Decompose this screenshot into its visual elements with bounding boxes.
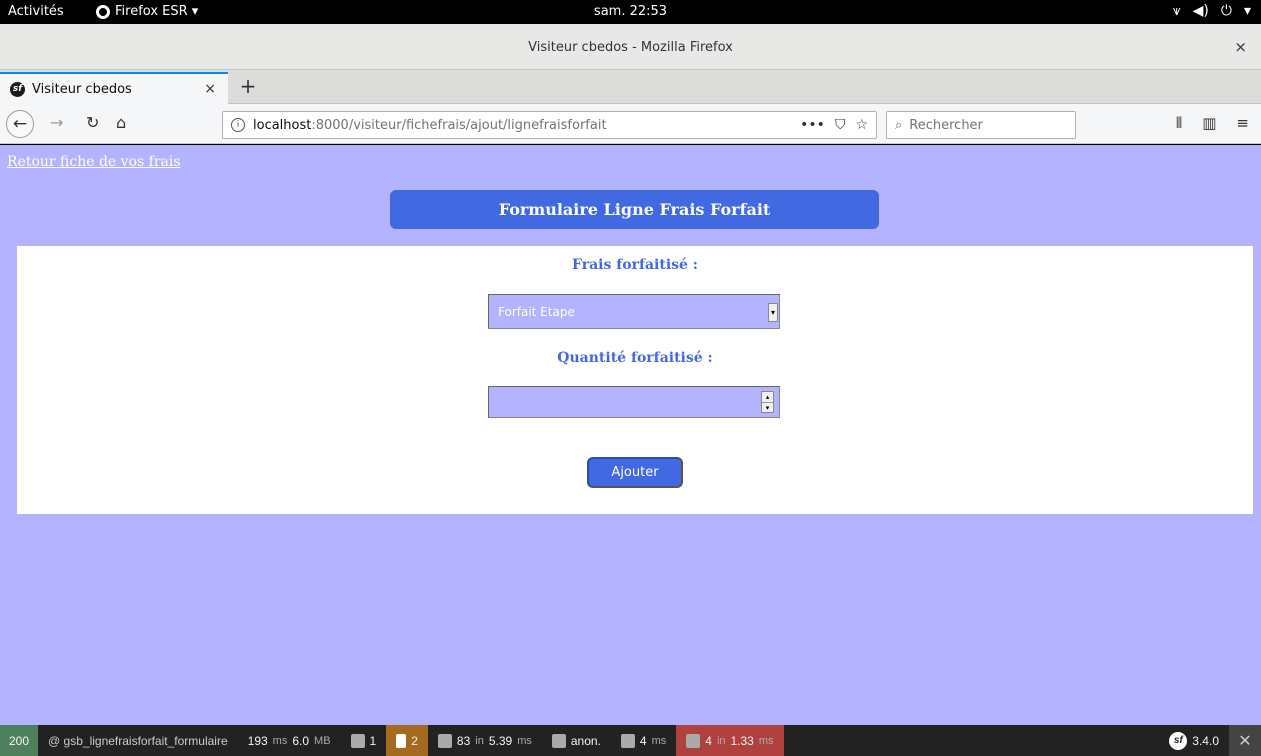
arrow-left-icon: ← xyxy=(12,114,28,134)
database-panel[interactable]: 4 in 1.33 ms xyxy=(676,725,784,756)
stepper-down-icon[interactable]: ▾ xyxy=(762,403,773,413)
forward-button[interactable]: → xyxy=(50,113,63,132)
database-icon xyxy=(686,733,701,748)
route-name[interactable]: @ gsb_lignefraisforfait_formulaire xyxy=(38,725,238,756)
url-path: :8000/visiteur/fichefrais/ajout/lignefra… xyxy=(311,117,607,133)
db-count: 4 xyxy=(705,733,712,748)
cache-panel[interactable]: 83 in 5.39 ms xyxy=(428,725,542,756)
time-unit: ms xyxy=(272,734,288,747)
network-icon: ⩛ xyxy=(1172,3,1181,19)
library-icon[interactable]: ⫴ xyxy=(1176,114,1182,132)
home-icon: ⌂ xyxy=(116,113,127,132)
db-in: in xyxy=(716,734,726,747)
arrow-right-icon: → xyxy=(50,113,64,132)
cache-count: 83 xyxy=(456,733,471,748)
request-time[interactable]: 193 ms 6.0 MB xyxy=(238,725,341,756)
back-button[interactable]: ← xyxy=(6,110,34,138)
logs-count: 2 xyxy=(411,733,418,748)
user-name: anon. xyxy=(570,733,601,748)
volume-icon: ◀) xyxy=(1192,3,1209,19)
stepper-up-icon[interactable]: ▴ xyxy=(762,392,773,403)
app-menu-button[interactable]: Firefox ESR ▾ xyxy=(96,4,198,19)
firefox-icon xyxy=(96,4,110,19)
hide-toolbar-button[interactable]: ✕ xyxy=(1229,725,1261,756)
system-top-bar: Activités Firefox ESR ▾ sam. 22:53 ⩛ ◀) … xyxy=(0,0,1261,24)
back-to-fiche-link[interactable]: Retour fiche de vos frais xyxy=(7,154,181,170)
symfony-debug-toolbar: 200 @ gsb_lignefraisforfait_formulaire 1… xyxy=(0,725,1261,756)
twig-time: 4 xyxy=(639,733,647,748)
time-value: 193 xyxy=(247,733,268,748)
sidebar-icon[interactable]: ▥ xyxy=(1202,114,1216,132)
frais-selected-value: Forfait Etape xyxy=(498,304,575,319)
toolbar-right: ⫴ ▥ ≡ xyxy=(1176,114,1249,132)
search-placeholder: Rechercher xyxy=(909,117,983,133)
tab-label: Visiteur cbedos xyxy=(32,81,132,97)
new-tab-button[interactable]: + xyxy=(236,74,260,98)
form-panel: Frais forfaitisé : Forfait Etape ▾ Quant… xyxy=(17,246,1253,514)
window-title: Visiteur cbedos - Mozilla Firefox xyxy=(528,40,733,55)
user-icon xyxy=(551,733,566,748)
quantity-stepper[interactable]: ▴ ▾ xyxy=(761,391,774,413)
chevron-down-icon: ▾ xyxy=(1243,3,1251,19)
tab-close-button[interactable]: × xyxy=(204,81,216,97)
cache-time: 5.39 xyxy=(488,733,513,748)
memory-unit: MB xyxy=(314,734,331,747)
power-icon: ⏻ xyxy=(1220,3,1232,19)
navigation-bar: ← → ↻ ⌂ i localhost:8000/visiteur/fichef… xyxy=(0,104,1261,144)
ajouter-button[interactable]: Ajouter xyxy=(587,457,683,488)
page-content: Retour fiche de vos frais Formulaire Lig… xyxy=(0,145,1261,725)
clipboard-icon xyxy=(350,733,365,748)
url-host: localhost xyxy=(253,117,312,133)
window-title-bar: Visiteur cbedos - Mozilla Firefox × xyxy=(0,24,1261,70)
home-button[interactable]: ⌂ xyxy=(116,113,126,132)
activities-button[interactable]: Activités xyxy=(8,4,64,19)
symfony-favicon-icon: sf xyxy=(10,81,25,97)
template-icon xyxy=(620,733,635,748)
warning-icon xyxy=(396,733,407,748)
frais-forfaitise-label: Frais forfaitisé : xyxy=(572,257,698,273)
search-input[interactable]: ⌕ Rechercher xyxy=(886,111,1076,139)
db-unit: ms xyxy=(758,734,774,747)
cache-unit: ms xyxy=(517,734,532,747)
system-tray[interactable]: ⩛ ◀) ⏻ ▾ xyxy=(1173,3,1251,19)
window-close-button[interactable]: × xyxy=(1234,38,1247,56)
twig-panel[interactable]: 4 ms xyxy=(611,725,676,756)
layers-icon xyxy=(437,733,452,748)
pocket-icon[interactable]: ⛉ xyxy=(835,117,846,133)
reload-icon: ↻ xyxy=(86,113,100,132)
reload-button[interactable]: ↻ xyxy=(86,113,99,132)
symfony-version[interactable]: sf 3.4.0 xyxy=(1159,725,1229,756)
search-icon: ⌕ xyxy=(895,117,903,133)
app-menu-label: Firefox ESR ▾ xyxy=(115,4,199,19)
page-actions: ••• ⛉ ☆ xyxy=(800,117,868,133)
url-bar[interactable]: i localhost:8000/visiteur/fichefrais/ajo… xyxy=(222,111,877,139)
version-label: 3.4.0 xyxy=(1192,733,1219,748)
cache-in: in xyxy=(475,734,484,747)
page-actions-button[interactable]: ••• xyxy=(800,117,825,133)
logs-panel[interactable]: 2 xyxy=(386,725,428,756)
quantite-forfaitise-label: Quantité forfaitisé : xyxy=(557,350,713,366)
bookmark-star-icon[interactable]: ☆ xyxy=(855,117,868,133)
info-icon[interactable]: i xyxy=(231,118,245,132)
quantite-input[interactable]: ▴ ▾ xyxy=(488,386,780,418)
symfony-logo-icon: sf xyxy=(1169,731,1188,750)
dropdown-arrow-icon: ▾ xyxy=(768,303,778,322)
db-time: 1.33 xyxy=(730,733,754,748)
security-panel[interactable]: anon. xyxy=(542,725,611,756)
tab-strip: sf Visiteur cbedos × + xyxy=(0,70,1261,104)
status-code-badge[interactable]: 200 xyxy=(0,725,39,756)
forms-panel[interactable]: 1 xyxy=(341,725,387,756)
frais-forfaitise-select[interactable]: Forfait Etape ▾ xyxy=(488,294,780,329)
memory-value: 6.0 xyxy=(292,733,310,748)
tab-visiteur[interactable]: sf Visiteur cbedos × xyxy=(0,72,228,104)
page-title: Formulaire Ligne Frais Forfait xyxy=(390,190,879,229)
forms-count: 1 xyxy=(369,733,377,748)
hamburger-menu-icon[interactable]: ≡ xyxy=(1236,114,1249,132)
twig-unit: ms xyxy=(651,734,667,747)
